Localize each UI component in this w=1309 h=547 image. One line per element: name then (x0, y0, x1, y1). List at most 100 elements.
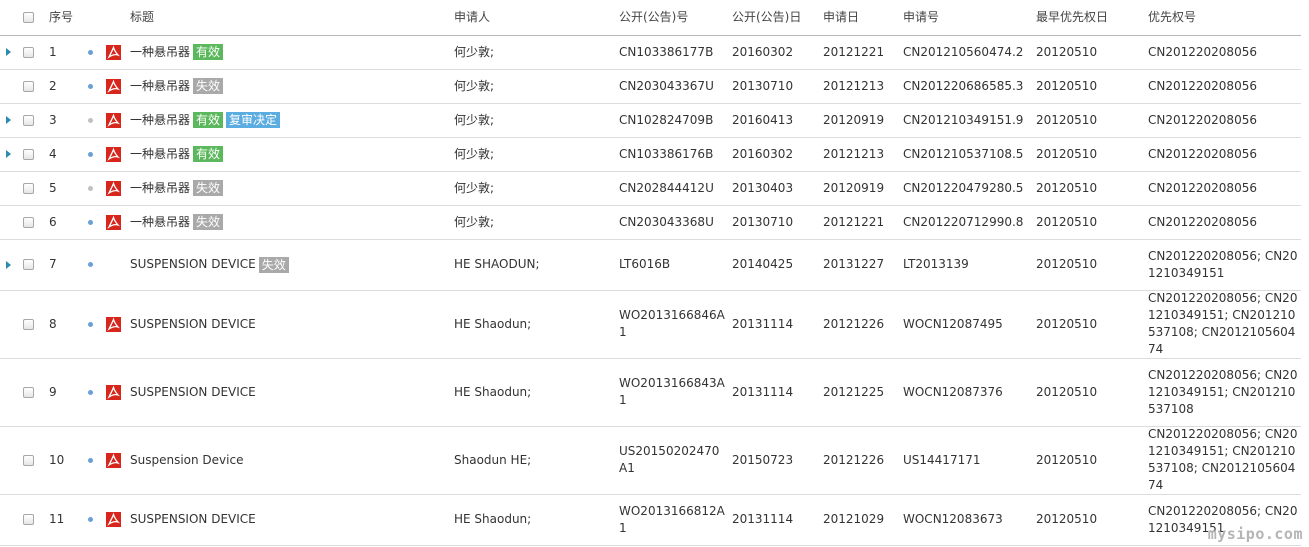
pdf-download[interactable] (106, 137, 121, 171)
earliest-priority-date-cell: 20120510 (1036, 452, 1098, 467)
title-cell[interactable]: SUSPENSION DEVICE (130, 358, 256, 426)
patent-title-link[interactable]: 一种悬吊器 (130, 78, 190, 95)
earliest-priority-date-cell: 20120510 (1036, 214, 1098, 229)
title-cell[interactable]: SUSPENSION DEVICE 失效 (130, 239, 289, 290)
table-row[interactable]: 2 一种悬吊器 失效 何少敦; CN203043367U 20130710 20121213… (0, 69, 1301, 104)
patent-title-link[interactable]: SUSPENSION DEVICE (130, 384, 256, 401)
title-cell[interactable]: 一种悬吊器 失效 (130, 69, 224, 103)
row-number: 11 (49, 512, 65, 526)
title-cell[interactable]: 一种悬吊器 有效 (130, 137, 224, 171)
title-cell[interactable]: 一种悬吊器 失效 (130, 205, 224, 239)
row-checkbox[interactable] (23, 205, 34, 239)
status-badge-valid: 有效 (193, 44, 224, 60)
applicant-cell: 何少敦; (454, 146, 495, 161)
priority-no-cell: CN201220208056; CN201210349151 (1148, 248, 1298, 280)
pub-no-cell: LT6016B (619, 257, 671, 271)
dot-icon (88, 49, 93, 55)
app-date-cell: 20120919 (823, 180, 885, 195)
pdf-icon (106, 512, 121, 527)
pub-no-cell: CN102824709B (619, 112, 714, 127)
expand-arrow-icon (6, 48, 11, 56)
expand-row-toggle[interactable] (6, 103, 11, 137)
pdf-download[interactable] (106, 69, 121, 103)
patent-title-link[interactable]: 一种悬吊器 (130, 112, 190, 129)
row-checkbox[interactable] (23, 69, 34, 103)
pdf-download[interactable] (106, 290, 121, 358)
pdf-icon (106, 316, 121, 332)
patent-title-link[interactable]: 一种悬吊器 (130, 214, 190, 231)
table-row[interactable]: 6 一种悬吊器 失效 何少敦; CN203043368U 20130710 20121221… (0, 205, 1301, 240)
pdf-download[interactable] (106, 103, 121, 137)
checkbox-box (23, 259, 34, 270)
applicant-cell: HE Shaodun; (454, 384, 532, 399)
table-row[interactable]: 3 一种悬吊器 有效 复审决定 何少敦; CN102824709B 20160413 2012… (0, 103, 1301, 138)
select-all-checkbox[interactable] (23, 0, 34, 35)
dot-icon (88, 389, 93, 395)
table-row[interactable]: 1 一种悬吊器 有效 何少敦; CN103386177B 20160302 20121221… (0, 35, 1301, 70)
col-header-app-no[interactable]: 申请号 (903, 0, 939, 35)
table-row[interactable]: 10 Suspension Device Shaodun HE; US20150202… (0, 426, 1301, 495)
pdf-download[interactable] (106, 494, 121, 545)
pdf-download[interactable] (106, 205, 121, 239)
pdf-download[interactable] (106, 171, 121, 205)
row-checkbox[interactable] (23, 103, 34, 137)
checkbox-box (23, 182, 34, 194)
col-header-title[interactable]: 标题 (130, 0, 154, 35)
applicant-cell: 何少敦; (454, 180, 495, 195)
priority-no-cell: CN201220208056 (1148, 112, 1257, 127)
pdf-download[interactable] (106, 35, 121, 69)
applicant-cell: HE SHAODUN; (454, 257, 540, 271)
row-checkbox[interactable] (23, 239, 34, 290)
expand-arrow-icon (6, 150, 11, 158)
app-date-cell: 20121221 (823, 214, 885, 229)
patent-title-link[interactable]: 一种悬吊器 (130, 180, 190, 197)
row-checkbox[interactable] (23, 426, 34, 494)
status-dot (88, 290, 93, 358)
row-checkbox[interactable] (23, 35, 34, 69)
col-header-pub-no[interactable]: 公开(公告)号 (619, 0, 688, 35)
title-cell[interactable]: SUSPENSION DEVICE (130, 494, 256, 545)
status-dot (88, 358, 93, 426)
pdf-download[interactable] (106, 358, 121, 426)
expand-row-toggle[interactable] (6, 137, 11, 171)
title-cell[interactable]: 一种悬吊器 失效 (130, 171, 224, 205)
pdf-download[interactable] (106, 426, 121, 494)
patent-title-link[interactable]: SUSPENSION DEVICE (130, 256, 256, 273)
pdf-icon (106, 44, 121, 60)
title-cell[interactable]: SUSPENSION DEVICE (130, 290, 256, 358)
expand-row-toggle[interactable] (6, 35, 11, 69)
title-cell[interactable]: 一种悬吊器 有效 复审决定 (130, 103, 281, 137)
patent-title-link[interactable]: Suspension Device (130, 452, 243, 469)
dot-icon (88, 219, 93, 225)
col-header-pub-date[interactable]: 公开(公告)日 (732, 0, 801, 35)
status-badge-invalid: 失效 (193, 180, 224, 196)
table-row[interactable]: 7 SUSPENSION DEVICE 失效 HE SHAODUN; LT6016B 20… (0, 239, 1301, 291)
table-row[interactable]: 8 SUSPENSION DEVICE HE Shaodun; WO201316684… (0, 290, 1301, 359)
col-header-applicant[interactable]: 申请人 (454, 0, 490, 35)
row-number: 6 (49, 214, 57, 229)
title-cell[interactable]: 一种悬吊器 有效 (130, 35, 224, 69)
table-row[interactable]: 4 一种悬吊器 有效 何少敦; CN103386176B 20160302 20121213… (0, 137, 1301, 172)
table-row[interactable]: 9 SUSPENSION DEVICE HE Shaodun; WO201316684… (0, 358, 1301, 427)
table-row[interactable]: 11 SUSPENSION DEVICE HE Shaodun; WO20131668… (0, 494, 1301, 546)
patent-title-link[interactable]: SUSPENSION DEVICE (130, 316, 256, 333)
col-header-app-date[interactable]: 申请日 (823, 0, 859, 35)
row-checkbox[interactable] (23, 358, 34, 426)
patent-title-link[interactable]: SUSPENSION DEVICE (130, 511, 256, 528)
pub-date-cell: 20131114 (732, 512, 794, 526)
row-checkbox[interactable] (23, 137, 34, 171)
expand-row-toggle[interactable] (6, 239, 11, 290)
dot-icon (88, 517, 93, 522)
app-no-cell: CN201220686585.3 (903, 78, 1024, 93)
col-header-no[interactable]: 序号 (49, 0, 73, 35)
col-header-priority-no[interactable]: 优先权号 (1148, 0, 1196, 35)
col-header-earliest-priority-date[interactable]: 最早优先权日 (1036, 0, 1108, 35)
row-checkbox[interactable] (23, 171, 34, 205)
row-checkbox[interactable] (23, 494, 34, 545)
row-number: 8 (49, 316, 57, 331)
title-cell[interactable]: Suspension Device (130, 426, 243, 494)
patent-title-link[interactable]: 一种悬吊器 (130, 44, 190, 61)
table-row[interactable]: 5 一种悬吊器 失效 何少敦; CN202844412U 20130403 20120919… (0, 171, 1301, 206)
row-checkbox[interactable] (23, 290, 34, 358)
patent-title-link[interactable]: 一种悬吊器 (130, 146, 190, 163)
